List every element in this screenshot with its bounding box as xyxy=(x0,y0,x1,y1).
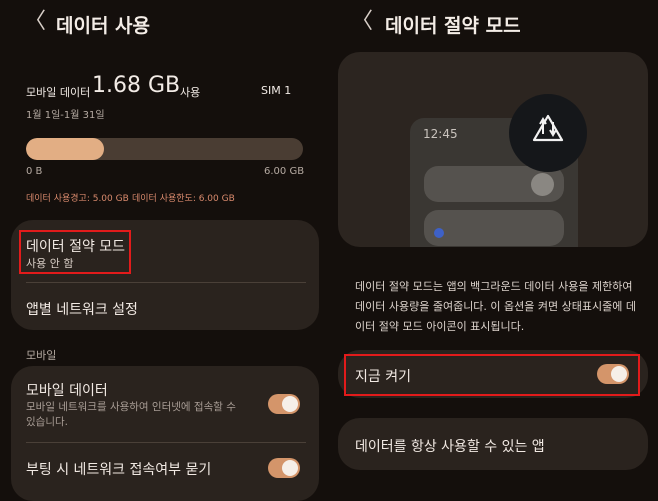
back-button[interactable]: 〈 xyxy=(24,11,46,33)
usage-unit: 사용 xyxy=(180,86,201,99)
mobile-data-title: 모바일 데이터 xyxy=(26,383,108,399)
toggle-knob xyxy=(282,460,298,476)
mobile-data-toggle[interactable] xyxy=(268,394,300,414)
boot-ask-label: 부팅 시 네트워크 접속여부 묻기 xyxy=(26,462,212,478)
divider xyxy=(26,442,306,443)
page-title: 데이터 절약 모드 xyxy=(385,15,521,37)
section-header-mobile: 모바일 xyxy=(26,349,57,362)
back-button[interactable]: 〈 xyxy=(351,11,373,33)
usage-amount: 1.68 GB xyxy=(92,73,181,98)
sim-label: SIM 1 xyxy=(261,84,292,97)
illustration-knob xyxy=(531,173,554,196)
usage-limit: 데이터 사용한도: 6.00 GB xyxy=(132,194,235,204)
illustration-dot xyxy=(434,228,444,238)
page-title: 데이터 사용 xyxy=(56,15,151,37)
data-saver-icon xyxy=(509,94,587,172)
divider xyxy=(26,282,306,283)
illustration-phone-time: 12:45 xyxy=(423,127,458,141)
illustration-panel: 12:45 xyxy=(338,52,648,247)
always-allowed-apps-label: 데이터를 항상 사용할 수 있는 앱 xyxy=(355,439,545,455)
mobile-data-desc: 모바일 네트워크를 사용하여 인터넷에 접속할 수 있습니다. xyxy=(26,401,236,428)
saver-description: 데이터 절약 모드는 앱의 백그라운드 데이터 사용을 제한하여 데이터 사용량… xyxy=(355,280,636,333)
scale-min: 0 B xyxy=(26,166,43,177)
scale-max: 6.00 GB xyxy=(264,166,305,177)
toggle-knob xyxy=(282,396,298,412)
usage-label: 모바일 데이터 xyxy=(26,86,91,99)
highlight-box xyxy=(344,354,640,396)
illustration-row xyxy=(424,210,564,246)
boot-ask-toggle[interactable] xyxy=(268,458,300,478)
usage-bar xyxy=(26,138,303,160)
highlight-box xyxy=(19,230,131,274)
usage-period: 1월 1일-1월 31일 xyxy=(26,110,105,121)
app-network-label: 앱별 네트워크 설정 xyxy=(26,302,138,318)
usage-warning: 데이터 사용경고: 5.00 GB xyxy=(26,194,129,204)
usage-bar-fill xyxy=(26,138,104,160)
